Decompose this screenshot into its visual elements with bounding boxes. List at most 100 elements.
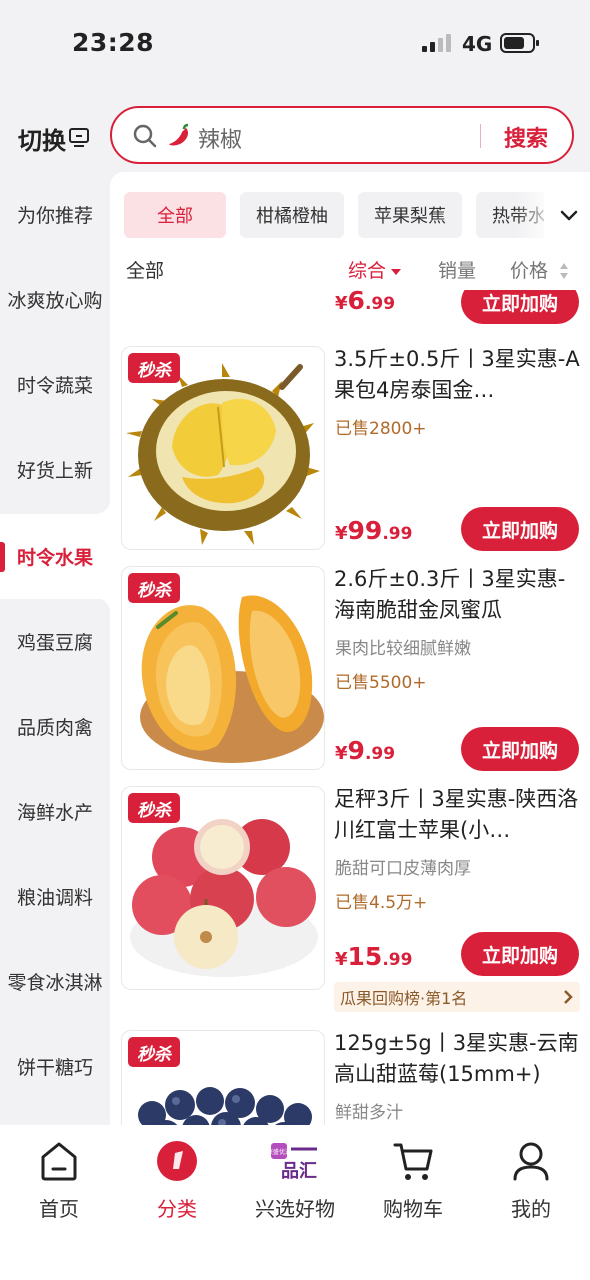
- ranking-banner[interactable]: 瓜果回购榜·第1名: [334, 982, 580, 1012]
- flash-sale-badge: 秒杀: [128, 1037, 180, 1067]
- tab-category[interactable]: 分类: [118, 1139, 236, 1239]
- product-title: 3.5斤±0.5斤丨3星实惠-A果包4房泰国金…: [334, 347, 580, 402]
- tab-label: 我的: [511, 1197, 551, 1221]
- category-sidebar: 为你推荐 冰爽放心购 时令蔬菜 好货上新 时令水果 鸡蛋豆腐 品质肉禽 海鲜水产…: [0, 172, 110, 1125]
- caret-down-icon: [391, 268, 402, 275]
- sort-label: 综合: [348, 260, 387, 282]
- home-icon: [41, 1142, 77, 1181]
- sidebar-item-label: 零食冰淇淋: [7, 972, 103, 994]
- product-price: ¥9.99: [335, 736, 396, 765]
- product-card[interactable]: 秒杀 3.5斤±0.5斤丨3星实惠-A果包4房泰国金… 已售2800+ ¥99.…: [110, 346, 590, 556]
- switch-label: 切换: [18, 126, 66, 155]
- current-filter: 全部: [126, 260, 165, 282]
- chip-active[interactable]: 全部: [124, 192, 226, 238]
- add-to-cart-button[interactable]: 立即加购: [461, 727, 579, 771]
- product-panel: 全部 柑橘橙柚 苹果梨蕉 热带水 全部 综合 销量 价格 ¥6.99 立即加购: [110, 172, 590, 1125]
- product-title: 2.6斤±0.3斤丨3星实惠-海南脆甜金凤蜜瓜: [334, 567, 566, 622]
- add-to-cart-button[interactable]: 立即加购: [461, 290, 579, 324]
- bottom-tab-bar: 首页 分类 兴盛优选 品汇 兴选好物 购物车 我的: [0, 1125, 590, 1280]
- flash-sale-badge: 秒杀: [128, 353, 180, 383]
- signal-icon: [422, 34, 451, 52]
- search-bar[interactable]: 辣椒 搜索: [110, 106, 574, 164]
- chevron-right-icon: [564, 990, 573, 1004]
- sort-bar: 全部 综合 销量 价格: [110, 250, 590, 288]
- sidebar-item[interactable]: 饼干糖巧: [0, 1024, 110, 1109]
- product-image: 秒杀: [121, 1030, 325, 1125]
- product-sold: 已售4.5万+: [335, 893, 428, 913]
- sidebar-item-label: 为你推荐: [16, 205, 93, 227]
- sort-sales[interactable]: 销量: [438, 256, 476, 283]
- network-type: 4G: [462, 32, 493, 56]
- sidebar-item[interactable]: 冰爽放心购: [0, 257, 110, 342]
- sidebar-item-label: 冰爽放心购: [7, 290, 103, 312]
- tab-cart[interactable]: 购物车: [354, 1139, 472, 1239]
- sidebar-item-active[interactable]: 时令水果: [0, 514, 110, 599]
- search-icon: [133, 124, 157, 148]
- sidebar-item-label: 品质肉禽: [16, 717, 93, 739]
- search-keyword[interactable]: 辣椒: [198, 122, 242, 154]
- sidebar-item[interactable]: 零食冰淇淋: [0, 939, 110, 1024]
- chip[interactable]: 苹果梨蕉: [358, 192, 462, 238]
- product-card[interactable]: 秒杀 2.6斤±0.3斤丨3星实惠-海南脆甜金凤蜜瓜 果肉比较细腻鲜嫩 已售55…: [110, 566, 590, 776]
- sort-comprehensive[interactable]: 综合: [348, 256, 402, 283]
- product-list: ¥6.99 立即加购 秒杀 3.5斤±0.5斤丨3星实惠-A果包4房泰国金… 已…: [110, 290, 590, 1125]
- tab-featured[interactable]: 兴盛优选 品汇 兴选好物: [236, 1139, 354, 1239]
- tab-label: 首页: [39, 1197, 79, 1221]
- switch-icon: [69, 128, 89, 147]
- sidebar-item-label: 时令水果: [16, 547, 93, 569]
- product-desc: 脆甜可口皮薄肉厚: [335, 859, 471, 879]
- battery-icon: [500, 33, 539, 53]
- add-to-cart-button[interactable]: 立即加购: [461, 507, 579, 551]
- product-sold: 已售2800+: [335, 419, 427, 439]
- product-card[interactable]: 秒杀 125g±5g丨3星实惠-云南高山甜蓝莓(15mm+) 鲜甜多汁: [110, 1030, 590, 1125]
- sidebar-item[interactable]: 品质肉禽: [0, 684, 110, 769]
- sidebar-item[interactable]: 为你推荐: [0, 172, 110, 257]
- product-image: 秒杀: [121, 346, 325, 550]
- sort-updown-icon: [560, 263, 568, 279]
- svg-text:品汇: 品汇: [281, 1161, 317, 1182]
- tab-home[interactable]: 首页: [0, 1139, 118, 1239]
- product-desc: 鲜甜多汁: [335, 1103, 403, 1123]
- product-image: 秒杀: [121, 786, 325, 990]
- expand-chips-button[interactable]: [548, 192, 590, 240]
- sidebar-item[interactable]: 粮油调料: [0, 854, 110, 939]
- tab-label: 购物车: [383, 1197, 443, 1221]
- sidebar-item-label: 好货上新: [16, 460, 93, 482]
- product-price: ¥99.99: [335, 516, 413, 545]
- pinhui-logo: 兴盛优选 品汇: [269, 1143, 317, 1182]
- tab-profile[interactable]: 我的: [472, 1139, 590, 1239]
- sidebar-item[interactable]: 鸡蛋豆腐: [0, 599, 110, 684]
- category-icon: [157, 1141, 197, 1181]
- product-title: 足秤3斤丨3星实惠-陕西洛川红富士苹果(小…: [334, 787, 579, 842]
- sidebar-item[interactable]: 好货上新: [0, 427, 110, 512]
- sidebar-item[interactable]: 时令蔬菜: [0, 342, 110, 427]
- chip[interactable]: 柑橘橙柚: [240, 192, 344, 238]
- chevron-down-icon: [560, 210, 578, 221]
- status-time: 23:28: [72, 28, 155, 57]
- product-price: ¥6.99: [335, 290, 396, 315]
- product-title: 125g±5g丨3星实惠-云南高山甜蓝莓(15mm+): [334, 1031, 579, 1086]
- tab-label: 兴选好物: [255, 1197, 335, 1221]
- sort-price[interactable]: 价格: [510, 256, 548, 283]
- product-card[interactable]: 秒杀 足秤3斤丨3星实惠-陕西洛川红富士苹果(小… 脆甜可口皮薄肉厚 已售4.5…: [110, 786, 590, 1016]
- status-bar: 23:28 4G: [0, 0, 590, 90]
- product-price: ¥15.99: [335, 942, 413, 971]
- cart-icon: [393, 1143, 433, 1180]
- search-button[interactable]: 搜索: [504, 121, 548, 153]
- sidebar-item[interactable]: 海鲜水产: [0, 769, 110, 854]
- sidebar-item-label: 海鲜水产: [16, 802, 93, 824]
- add-to-cart-button[interactable]: 立即加购: [461, 932, 579, 976]
- chili-icon: [169, 123, 189, 146]
- flash-sale-badge: 秒杀: [128, 573, 180, 603]
- profile-icon: [513, 1142, 549, 1181]
- product-card[interactable]: ¥6.99 立即加购: [110, 290, 590, 330]
- sidebar-item-label: 时令蔬菜: [16, 375, 93, 397]
- product-desc: 果肉比较细腻鲜嫩: [335, 639, 471, 659]
- product-sold: 已售5500+: [335, 673, 427, 693]
- product-image: 秒杀: [121, 566, 325, 770]
- switch-button[interactable]: 切换: [18, 120, 92, 156]
- sidebar-item-label: 粮油调料: [16, 887, 93, 909]
- flash-sale-badge: 秒杀: [128, 793, 180, 823]
- tab-label: 分类: [157, 1197, 197, 1221]
- sidebar-item-label: 鸡蛋豆腐: [16, 632, 93, 654]
